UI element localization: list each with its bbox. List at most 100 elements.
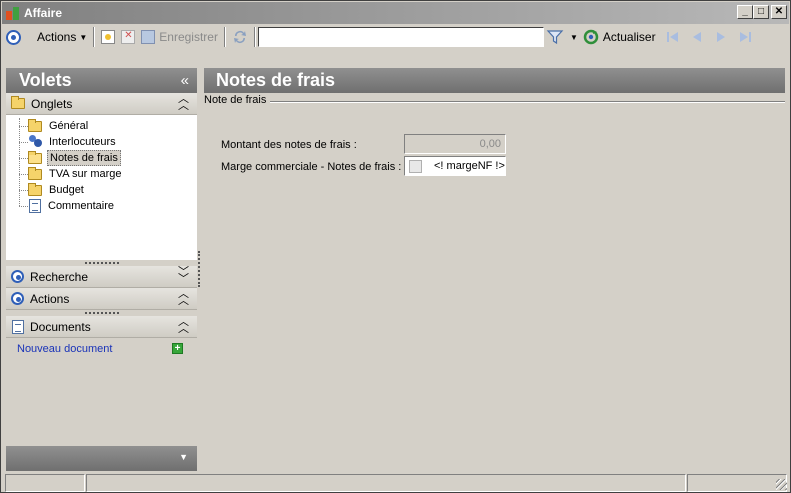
folder-icon <box>28 166 42 180</box>
chevron-up-icon[interactable]: ︿ ︿ <box>177 289 189 307</box>
montant-field: 0,00 <box>404 134 506 154</box>
new-document-icon <box>101 30 116 44</box>
nav-target-button[interactable] <box>2 26 24 48</box>
toolbar: Actions ▼ Enregistrer ▼ <box>2 24 789 50</box>
window-title: Affaire <box>24 6 63 20</box>
marge-value: <! margeNF !> <box>434 160 505 172</box>
minimize-button[interactable]: _ <box>737 5 753 19</box>
previous-record-icon[interactable] <box>689 29 705 45</box>
toolbar-separator <box>223 27 226 47</box>
new-document-link[interactable]: Nouveau document <box>17 343 112 355</box>
maximize-button[interactable]: □ <box>753 5 769 19</box>
target-icon <box>6 29 21 45</box>
chevron-up-icon[interactable]: ︿ ︿ <box>177 94 189 112</box>
first-record-icon[interactable] <box>665 29 681 45</box>
documents-label: Documents <box>30 319 91 334</box>
tree-line <box>19 206 28 207</box>
chevron-down-icon[interactable]: ▼ <box>179 452 188 462</box>
app-icon <box>5 5 21 21</box>
status-cell <box>687 474 787 492</box>
tree-item-label: Budget <box>49 184 84 196</box>
delete-button[interactable] <box>118 26 138 48</box>
note-icon <box>29 199 41 213</box>
save-button[interactable]: Enregistrer <box>138 26 221 48</box>
montant-label: Montant des notes de frais : <box>221 139 357 151</box>
onglets-section-header[interactable]: Onglets ︿ ︿ <box>6 93 197 115</box>
save-icon <box>141 30 156 44</box>
tree-line <box>19 158 28 159</box>
tree-line <box>19 190 28 191</box>
target-icon <box>11 270 24 283</box>
collapse-panel-icon[interactable]: « <box>181 68 189 93</box>
panel-splitter[interactable] <box>198 251 200 287</box>
application-window: Affaire _ □ ✕ Actions ▼ Enregistrer <box>0 0 791 493</box>
status-cell <box>86 474 686 492</box>
marge-label: Marge commerciale - Notes de frais : <box>221 161 402 173</box>
tree-item-interlocuteurs[interactable]: Interlocuteurs <box>6 134 197 150</box>
recherche-label: Recherche <box>30 269 89 284</box>
volets-title: Volets <box>19 70 72 90</box>
refresh-button[interactable]: Actualiser <box>580 26 659 48</box>
marge-checkbox[interactable] <box>409 159 422 173</box>
close-button[interactable]: ✕ <box>771 5 787 19</box>
tree-line <box>19 174 28 175</box>
group-divider <box>270 101 785 103</box>
recherche-section-header[interactable]: Recherche ﹀ ﹀ <box>6 266 197 288</box>
refresh-label: Actualiser <box>602 30 656 44</box>
folder-icon <box>11 96 25 109</box>
chevron-up-icon[interactable]: ︿ ︿ <box>177 317 189 335</box>
delete-icon <box>121 30 136 44</box>
actions-menu-label: Actions <box>37 30 77 44</box>
filter-dropdown-icon[interactable]: ▼ <box>570 33 578 42</box>
status-cell <box>5 474 85 492</box>
last-record-icon[interactable] <box>737 29 753 45</box>
tree-item-label: TVA sur marge <box>49 168 122 180</box>
search-field[interactable] <box>257 27 544 47</box>
folder-open-icon <box>28 150 42 164</box>
actions-section-header[interactable]: Actions ︿ ︿ <box>6 288 197 310</box>
left-panel: Volets « Onglets ︿ ︿ Général Interlocuteu… <box>6 68 197 471</box>
folder-icon <box>28 118 42 132</box>
toolbar-separator <box>93 27 96 47</box>
actions-label: Actions <box>30 291 70 306</box>
add-icon[interactable]: + <box>172 343 183 354</box>
page-title: Notes de frais <box>204 68 785 93</box>
group-title: Note de frais <box>204 94 271 106</box>
tree-item-label: Interlocuteurs <box>49 136 116 148</box>
tree-line <box>19 126 28 127</box>
tree-item-tva-sur-marge[interactable]: TVA sur marge <box>6 166 197 182</box>
tree-item-label: Notes de frais <box>47 150 121 166</box>
marge-field[interactable]: <! margeNF !> <box>404 156 506 176</box>
save-label: Enregistrer <box>159 30 218 44</box>
tree-item-label: Commentaire <box>48 200 115 212</box>
sync-icon <box>233 31 246 44</box>
actions-menu-button[interactable]: Actions ▼ <box>34 26 90 48</box>
new-document-button[interactable] <box>98 26 118 48</box>
chevron-down-icon[interactable]: ﹀ ﹀ <box>177 267 189 285</box>
refresh-icon <box>583 29 599 45</box>
caret-down-icon: ▼ <box>79 32 88 42</box>
search-input[interactable] <box>258 28 543 46</box>
folder-icon <box>28 182 42 196</box>
toolbar-separator <box>253 27 256 47</box>
window-resize-grip[interactable] <box>776 479 787 490</box>
new-document-row: Nouveau document + <box>6 338 197 360</box>
left-panel-footer[interactable]: ▼ <box>6 446 197 471</box>
tree-item-commentaire[interactable]: Commentaire <box>6 198 197 214</box>
volets-header: Volets « <box>6 68 197 93</box>
tree-item-label: Général <box>49 120 89 132</box>
next-record-icon[interactable] <box>713 29 729 45</box>
target-icon <box>11 292 24 305</box>
filter-icon[interactable] <box>546 28 564 46</box>
status-bar <box>2 474 789 492</box>
tree-item-notes-de-frais[interactable]: Notes de frais <box>6 150 197 166</box>
tree-line <box>19 142 28 143</box>
tree-item-budget[interactable]: Budget <box>6 182 197 198</box>
documents-section-header[interactable]: Documents ︿ ︿ <box>6 316 197 338</box>
onglets-label: Onglets <box>31 96 73 111</box>
tree-item-general[interactable]: Général <box>6 118 197 134</box>
main-panel: Notes de frais Note de frais Montant des… <box>204 68 785 471</box>
document-icon <box>12 319 24 334</box>
title-bar[interactable]: Affaire _ □ ✕ <box>2 2 789 24</box>
refresh-sync-button[interactable] <box>229 26 251 48</box>
